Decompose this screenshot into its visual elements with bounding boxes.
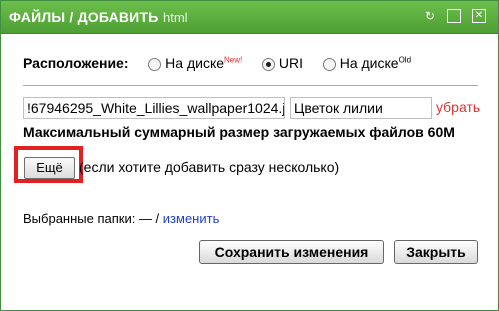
titlebar[interactable]: ФАЙЛЫ / ДОБАВИТЬ html ↻ ✕: [1, 1, 498, 34]
close-button[interactable]: Закрыть: [394, 240, 478, 264]
radio-disk-old-label[interactable]: На диске: [340, 55, 399, 71]
window-subtitle: html: [163, 10, 188, 25]
radio-disk-old[interactable]: [322, 57, 336, 71]
close-icon[interactable]: ✕: [472, 9, 486, 23]
restore-icon[interactable]: [447, 9, 461, 23]
location-row: Расположение: На дискеNew! URI На дискеO…: [23, 55, 411, 75]
old-badge: Old: [398, 55, 412, 65]
dialog-window: ФАЙЛЫ / ДОБАВИТЬ html ↻ ✕ Расположение: …: [0, 0, 499, 311]
refresh-icon[interactable]: ↻: [422, 8, 438, 24]
new-badge: New!: [224, 55, 243, 65]
more-button[interactable]: Ещё: [24, 157, 75, 179]
radio-disk-new-label[interactable]: На диске: [165, 55, 224, 71]
radio-uri-label[interactable]: URI: [279, 55, 303, 71]
remove-link[interactable]: убрать: [436, 99, 480, 115]
change-link[interactable]: изменить: [163, 211, 220, 226]
file-path-field[interactable]: !67946295_White_Lillies_wallpaper1024.jp…: [23, 97, 285, 119]
divider: [23, 85, 478, 86]
window-title: ФАЙЛЫ / ДОБАВИТЬ: [9, 9, 159, 25]
selected-folders: Выбранные папки: — / изменить: [23, 211, 219, 226]
max-size-text: Максимальный суммарный размер загружаемы…: [23, 124, 455, 140]
more-hint: (если хотите добавить сразу несколько): [79, 159, 340, 175]
location-label: Расположение:: [23, 55, 129, 71]
radio-disk-new[interactable]: [148, 57, 162, 71]
radio-uri[interactable]: [262, 57, 276, 71]
save-button[interactable]: Сохранить изменения: [199, 240, 384, 264]
folders-label: Выбранные папки: — /: [23, 211, 160, 226]
file-name-field[interactable]: Цветок лилии: [290, 97, 432, 119]
